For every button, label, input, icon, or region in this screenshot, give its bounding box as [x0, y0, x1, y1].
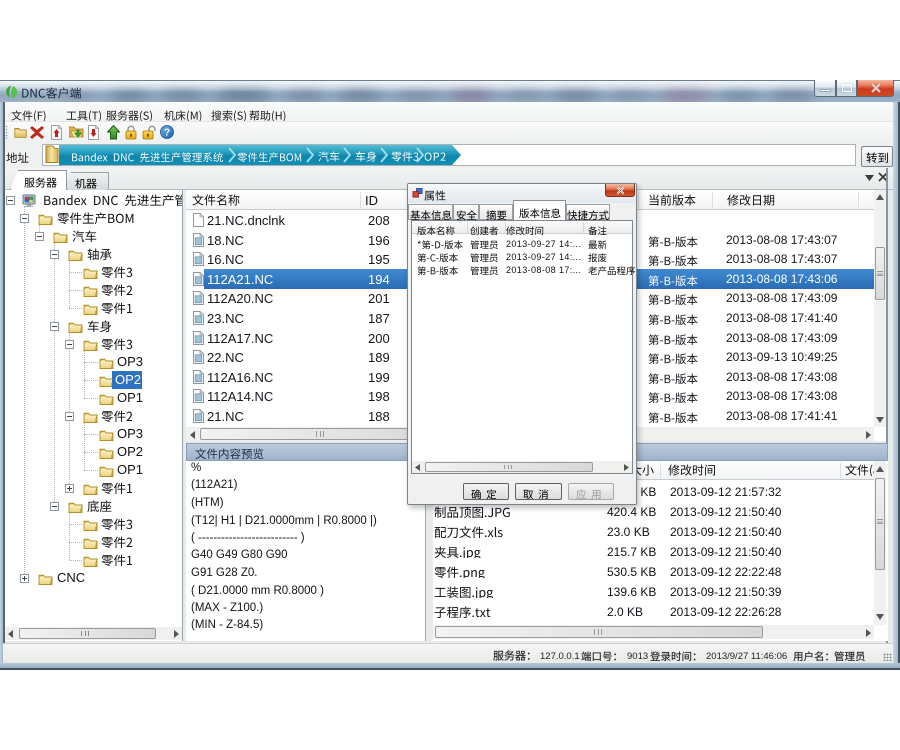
- svg-text:?: ?: [164, 128, 170, 139]
